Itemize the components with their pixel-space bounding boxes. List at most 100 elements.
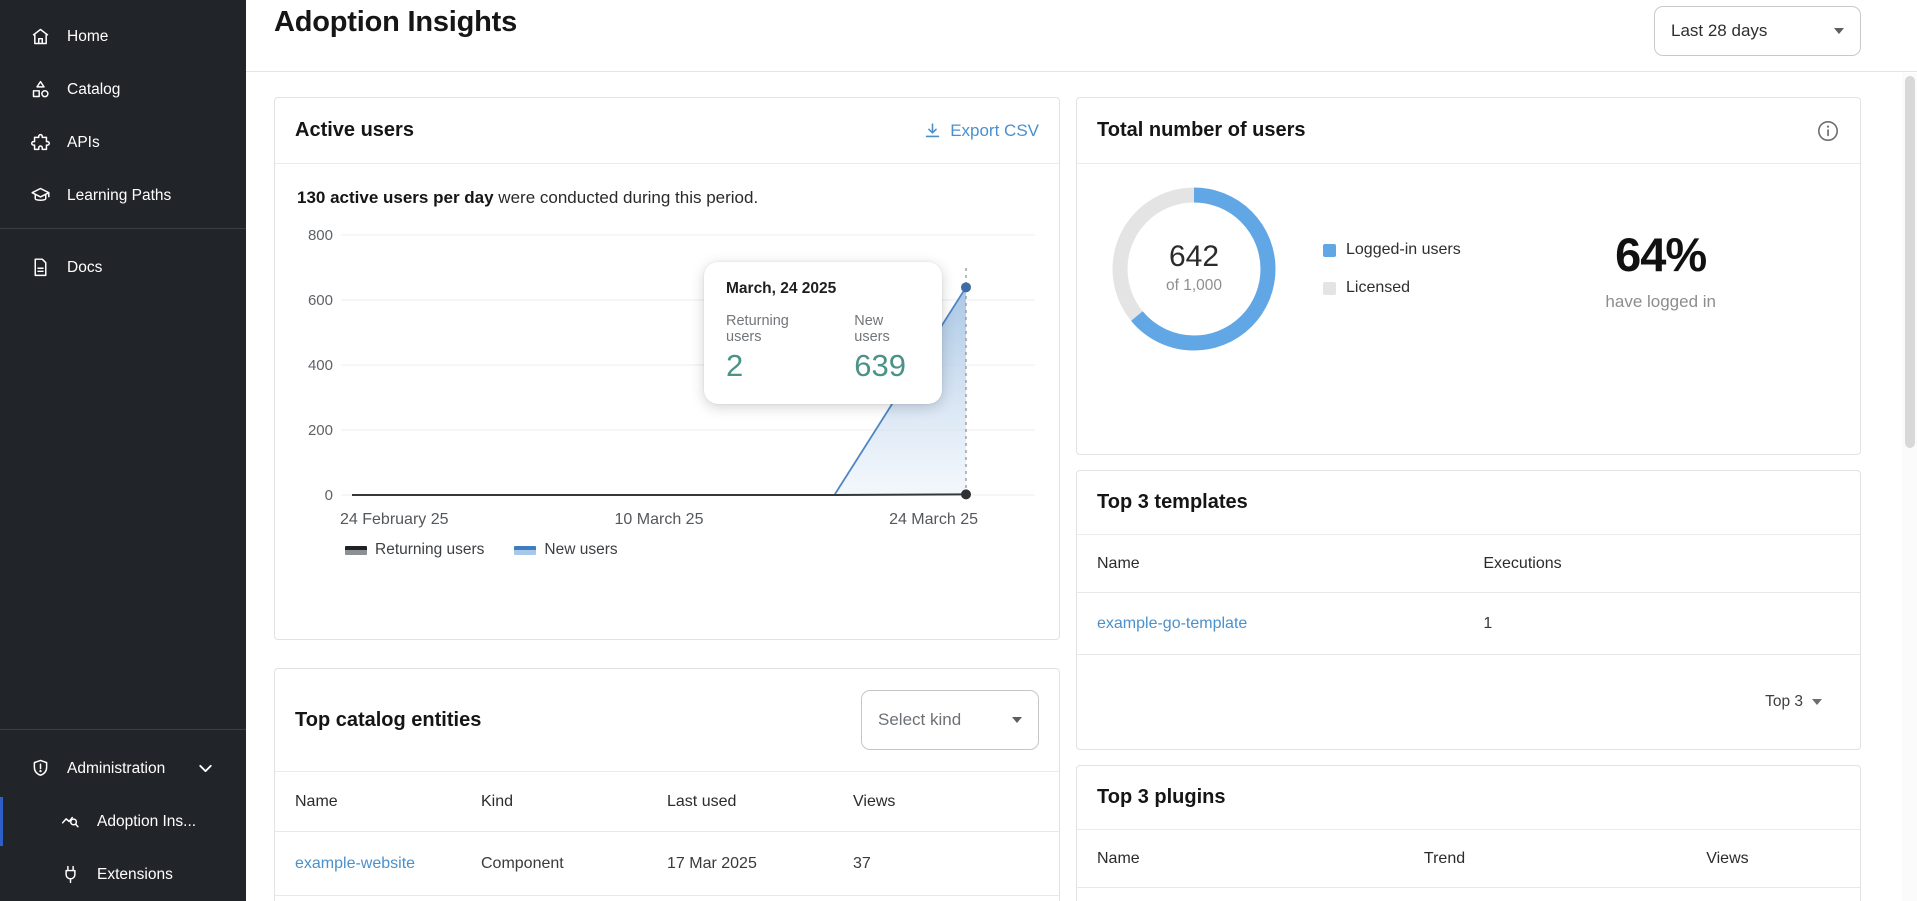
learning-paths-icon bbox=[30, 185, 51, 206]
column-header: Views bbox=[853, 793, 1039, 811]
caret-down-icon bbox=[1834, 28, 1844, 34]
tooltip-value: 639 bbox=[854, 348, 920, 384]
active-users-body: 130 active users per day were conducted … bbox=[275, 164, 1059, 559]
caret-down-icon bbox=[1812, 699, 1822, 705]
active-users-header: Active users Export CSV bbox=[275, 98, 1059, 164]
top-n-select[interactable]: Top 3 bbox=[1077, 655, 1860, 749]
sidebar-item-label: Catalog bbox=[67, 81, 120, 99]
svg-text:0: 0 bbox=[325, 487, 333, 504]
page-title: Adoption Insights bbox=[274, 6, 517, 39]
legend-label: Logged-in users bbox=[1346, 241, 1461, 259]
svg-text:200: 200 bbox=[308, 422, 333, 439]
percent-block: 64% have logged in bbox=[1605, 227, 1716, 312]
column-header: Last used bbox=[667, 793, 853, 811]
main-area: Adoption Insights Last 28 days Active us… bbox=[246, 0, 1917, 901]
home-icon bbox=[30, 26, 51, 47]
percent-value: 64% bbox=[1605, 227, 1716, 282]
sidebar-bottom-group: Administration Adoption Ins... Extension… bbox=[0, 723, 246, 901]
download-icon bbox=[923, 121, 942, 140]
chart-tooltip: March, 24 2025 Returning users 2 New use… bbox=[704, 262, 942, 404]
total-users-header: Total number of users bbox=[1077, 98, 1860, 164]
table-cell: Component bbox=[481, 855, 667, 873]
select-kind-dropdown[interactable]: Select kind bbox=[861, 690, 1039, 750]
extensions-icon bbox=[60, 864, 81, 885]
sidebar-item-home[interactable]: Home bbox=[0, 10, 246, 63]
chevron-down-icon bbox=[195, 758, 216, 779]
donut-legend: Logged-in users Licensed bbox=[1323, 241, 1461, 297]
tooltip-date: March, 24 2025 bbox=[726, 280, 920, 298]
sidebar-item-label: Administration bbox=[67, 760, 165, 778]
caret-down-icon bbox=[1012, 717, 1022, 723]
entity-link[interactable]: example-website bbox=[295, 855, 481, 873]
sidebar-item-extensions[interactable]: Extensions bbox=[0, 848, 246, 901]
legend-swatch-new bbox=[514, 546, 536, 555]
sidebar-item-label: Adoption Ins... bbox=[97, 813, 196, 831]
left-column: Active users Export CSV 130 active users… bbox=[274, 97, 1060, 901]
card-title: Total number of users bbox=[1097, 119, 1306, 142]
total-users-body: 642 of 1,000 Logged-in users Lic bbox=[1077, 164, 1860, 360]
table-row: example-go-template 1 bbox=[1077, 593, 1860, 655]
sidebar-item-label: APIs bbox=[67, 134, 100, 152]
sidebar-item-administration[interactable]: Administration bbox=[0, 742, 246, 795]
top-plugins-header: Top 3 plugins bbox=[1077, 766, 1860, 830]
legend-swatch-returning bbox=[345, 546, 367, 555]
legend-item-logged-in[interactable]: Logged-in users bbox=[1323, 241, 1461, 259]
active-users-card: Active users Export CSV 130 active users… bbox=[274, 97, 1060, 640]
sidebar-item-adoption-insights[interactable]: Adoption Ins... bbox=[0, 795, 246, 848]
catalog-icon bbox=[30, 79, 51, 100]
page-header: Adoption Insights Last 28 days bbox=[246, 0, 1917, 72]
card-title: Top catalog entities bbox=[295, 709, 481, 732]
export-csv-button[interactable]: Export CSV bbox=[923, 121, 1039, 141]
legend-label: Licensed bbox=[1346, 279, 1410, 297]
column-header: Executions bbox=[1483, 555, 1840, 573]
table-cell: 17 Mar 2025 bbox=[667, 855, 853, 873]
sidebar-item-label: Learning Paths bbox=[67, 187, 171, 205]
svg-text:600: 600 bbox=[308, 292, 333, 309]
tooltip-label: New users bbox=[854, 313, 920, 345]
info-icon bbox=[1816, 119, 1840, 143]
total-users-card: Total number of users 642 of 1,000 bbox=[1076, 97, 1861, 455]
card-title: Active users bbox=[295, 119, 414, 142]
template-link[interactable]: example-go-template bbox=[1097, 615, 1483, 633]
legend-item-new-users[interactable]: New users bbox=[514, 541, 617, 559]
column-header: Views bbox=[1706, 850, 1840, 868]
summary-bold: 130 active users per day bbox=[297, 188, 494, 207]
sidebar-item-catalog[interactable]: Catalog bbox=[0, 63, 246, 116]
legend-label: New users bbox=[544, 541, 617, 559]
svg-text:10 March 25: 10 March 25 bbox=[615, 511, 704, 528]
legend-item-licensed[interactable]: Licensed bbox=[1323, 279, 1461, 297]
app-window: Home Catalog APIs Learning Paths Docs Ad… bbox=[0, 0, 1917, 901]
sidebar-item-learning-paths[interactable]: Learning Paths bbox=[0, 169, 246, 222]
donut-center-value: 642 bbox=[1169, 240, 1219, 273]
sidebar-item-docs[interactable]: Docs bbox=[0, 241, 246, 294]
scrollbar-thumb[interactable] bbox=[1905, 76, 1915, 448]
svg-text:400: 400 bbox=[308, 357, 333, 374]
docs-icon bbox=[30, 257, 51, 278]
info-button[interactable] bbox=[1816, 119, 1840, 143]
sidebar: Home Catalog APIs Learning Paths Docs Ad… bbox=[0, 0, 246, 901]
column-header: Name bbox=[295, 793, 481, 811]
top-catalog-entities-card: Top catalog entities Select kind Name Ki… bbox=[274, 668, 1060, 901]
svg-text:24 February 25: 24 February 25 bbox=[340, 511, 449, 528]
table-header-row: Name Executions bbox=[1077, 535, 1860, 593]
column-header: Name bbox=[1097, 555, 1483, 573]
legend-label: Returning users bbox=[375, 541, 484, 559]
right-column: Total number of users 642 of 1,000 bbox=[1076, 97, 1861, 901]
tooltip-returning: Returning users 2 bbox=[726, 313, 824, 384]
percent-subtitle: have logged in bbox=[1605, 292, 1716, 312]
column-header: Kind bbox=[481, 793, 667, 811]
scrollbar-track[interactable] bbox=[1902, 73, 1917, 901]
sidebar-divider bbox=[0, 228, 246, 229]
summary-rest: were conducted during this period. bbox=[494, 188, 759, 207]
sidebar-divider bbox=[0, 729, 246, 730]
table-row: example-website Component 17 Mar 2025 37 bbox=[275, 832, 1059, 896]
date-range-select[interactable]: Last 28 days bbox=[1654, 6, 1861, 56]
top-n-value: Top 3 bbox=[1765, 693, 1803, 711]
dashboard-content: Active users Export CSV 130 active users… bbox=[246, 72, 1917, 901]
top-catalog-header: Top catalog entities Select kind bbox=[275, 669, 1059, 772]
svg-text:800: 800 bbox=[308, 227, 333, 244]
sidebar-item-apis[interactable]: APIs bbox=[0, 116, 246, 169]
legend-item-returning-users[interactable]: Returning users bbox=[345, 541, 484, 559]
table-header-row: Name Trend Views bbox=[1077, 830, 1860, 888]
active-users-summary: 130 active users per day were conducted … bbox=[297, 188, 1039, 208]
